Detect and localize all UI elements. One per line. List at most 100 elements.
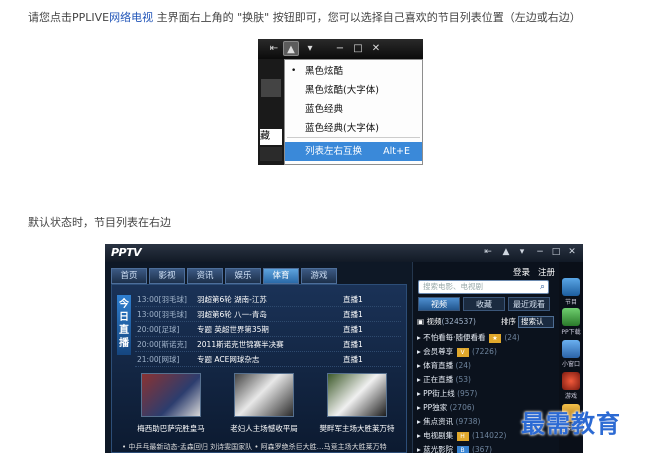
schedule-title: 2011斯诺克世锦赛半决赛 [197,340,284,349]
maximize-icon[interactable]: □ [350,41,366,56]
tab-entertainment[interactable]: 娱乐 [225,268,261,284]
item-count: (957) [457,389,478,398]
tab-sports[interactable]: 体育 [263,268,299,284]
skin-icon[interactable]: ▲ [499,246,513,259]
menu-item-swap-list[interactable]: 列表左右互换 Alt+E [285,142,422,161]
list-item[interactable]: ▸ PP街上线 (957) [417,387,556,401]
bluray-badge-icon: B [456,445,469,453]
register-link[interactable]: 注册 [538,268,555,278]
menu-item-skin-3[interactable]: 蓝色经典 [285,100,422,119]
menu-item-skin-2[interactable]: 黑色炫酷(大字体) [285,81,422,100]
menu-item-shortcut: Alt+E [383,146,410,157]
sports-panel: 今日直播 13:00[羽毛球] 羽超第6轮 湖南-江苏 直播1 13:00[羽毛… [111,284,407,453]
tab-favorites[interactable]: 收藏 [463,297,505,311]
news-ticker[interactable]: • 中乒乓最新动态-孟森回归 刘诗雯国家队 • 阿森罗绝杀巨大胜…马竞主场大胜莱… [122,442,402,452]
tab-home[interactable]: 首页 [111,268,147,284]
schedule-row[interactable]: 21:00[网球] 专题 ACE网球杂志 直播1 [135,352,401,367]
hot-badge-icon: H [456,431,469,441]
pplive-link[interactable]: 网络电视 [109,11,153,24]
login-link[interactable]: 登录 [513,268,530,278]
dropdown-icon[interactable]: ▾ [302,41,318,56]
menu-item-label: 列表左右互换 [305,146,363,157]
menu-item-label: 蓝色经典 [305,104,344,115]
menu-background-strip: 藏 [258,59,284,165]
thumb-image[interactable] [327,373,387,417]
video-thumb[interactable]: 樊畔军主场大胜莱万特 [314,373,400,434]
video-icon: ▣ [417,317,425,326]
menu-item-skin-4[interactable]: 蓝色经典(大字体) [285,119,422,138]
menu-separator [287,137,420,138]
dock-label: 节目 [564,299,577,306]
bg-caption: 藏 [260,129,282,145]
dropdown-icon[interactable]: ▾ [515,246,529,259]
thumb-image[interactable] [234,373,294,417]
bg-strip-2 [260,147,282,161]
account-links: 登录 注册 [505,266,555,278]
thumb-image[interactable] [141,373,201,417]
minimize-icon[interactable]: − [533,246,547,259]
pin-icon[interactable]: ⇤ [481,246,495,259]
item-count: (367) [471,445,493,453]
menu-titlebar: ⇤ ▲ ▾ − □ ✕ [258,39,423,59]
dock-label: 游戏 [564,393,577,400]
menu-item-skin-1[interactable]: • 黑色炫酷 [285,62,422,81]
tab-movies[interactable]: 影视 [149,268,185,284]
tab-recent[interactable]: 最近观看 [508,297,550,311]
item-label: 体育直播 [423,361,454,370]
pin-icon[interactable]: ⇤ [266,41,282,56]
video-thumb[interactable]: 梅西助巴萨完胜皇马 [128,373,214,434]
schedule-status: 直播1 [343,340,363,349]
close-icon[interactable]: ✕ [565,246,579,259]
item-count: (114022) [471,431,507,440]
schedule-title: 专题 ACE网球杂志 [197,355,260,364]
maximize-icon[interactable]: □ [549,246,563,259]
item-label: 蓝光影院 [423,445,454,453]
schedule-time: 21:00[网球] [137,355,180,364]
schedule-row[interactable]: 13:00[羽毛球] 羽超第6轮 湖南-江苏 直播1 [135,292,401,307]
tab-videos[interactable]: 视频 [418,297,460,311]
thumb-caption[interactable]: 梅西助巴萨完胜皇马 [128,423,214,434]
sort-select[interactable]: 搜索认 [518,316,554,328]
list-tabs: 视频 收藏 最近观看 [418,297,553,311]
item-label: PP街上线 [423,389,455,398]
star-badge-icon: ★ [488,333,501,343]
minimize-icon[interactable]: − [332,41,348,56]
schedule-status: 直播1 [343,325,363,334]
video-thumbnails: 梅西助巴萨完胜皇马 老妇人主场憾收平局 樊畔军主场大胜莱万特 [128,373,400,439]
tab-news[interactable]: 资讯 [187,268,223,284]
schedule-row[interactable]: 20:00[斯诺克] 2011斯诺克世锦赛半决赛 直播1 [135,337,401,352]
list-item[interactable]: ▸ 蓝光影院 B (367) [417,443,556,453]
download-icon[interactable] [562,308,580,326]
schedule-title: 羽超第6轮 八一-青岛 [197,310,267,319]
item-count: (24) [455,361,471,370]
intro-after: 主界面右上角的 "换肤" 按钮即可，您可以选择自己喜欢的节目列表位置（左边或右边… [153,11,581,24]
search-input[interactable]: 搜索电影、电视剧 ⌕ [418,280,549,294]
list-item[interactable]: ▸ 体育直播 (24) [417,359,556,373]
today-live-label: 今日直播 [117,295,131,355]
tab-games[interactable]: 游戏 [301,268,337,284]
close-icon[interactable]: ✕ [368,41,384,56]
pptv-logo: PPTV [111,246,142,259]
search-icon[interactable]: ⌕ [540,281,545,293]
list-item[interactable]: ▸ 不怕看每·随便看看 ★ (24) [417,331,556,345]
search-placeholder: 搜索电影、电视剧 [423,282,483,291]
programs-icon[interactable] [562,278,580,296]
item-label: 电视剧集 [423,431,454,440]
item-label: 会员尊享 [423,347,454,356]
schedule-row[interactable]: 20:00[足球] 专题 英超世界第35期 直播1 [135,322,401,337]
schedule-row[interactable]: 13:00[羽毛球] 羽超第6轮 八一-青岛 直播1 [135,307,401,322]
list-item[interactable]: ▸ 会员尊享 V (7226) [417,345,556,359]
video-thumb[interactable]: 老妇人主场憾收平局 [221,373,307,434]
skin-menu-screenshot: ⇤ ▲ ▾ − □ ✕ 藏 • 黑色炫酷 黑色炫酷(大字体) 蓝色经典 蓝色经典… [258,39,423,165]
menu-item-label: 蓝色经典(大字体) [305,123,379,134]
list-item[interactable]: ▸ 正在直播 (53) [417,373,556,387]
pptv-titlebar: PPTV ⇤ ▲ ▾ − □ ✕ [105,244,583,262]
menu-item-label: 黑色炫酷(大字体) [305,85,379,96]
item-label: 正在直播 [423,375,454,384]
thumb-caption[interactable]: 樊畔军主场大胜莱万特 [314,423,400,434]
games-icon[interactable] [562,372,580,390]
skin-icon[interactable]: ▲ [283,41,299,56]
schedule-status: 直播1 [343,355,363,364]
thumb-caption[interactable]: 老妇人主场憾收平局 [221,423,307,434]
mini-window-icon[interactable] [562,340,580,358]
